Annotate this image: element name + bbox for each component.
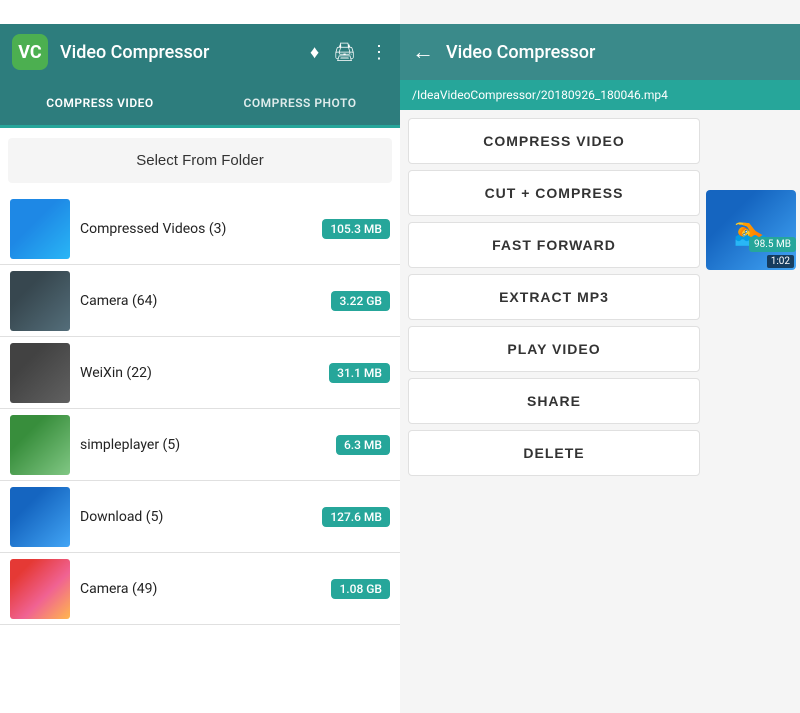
- folder-thumb: [10, 271, 70, 331]
- select-from-folder-button[interactable]: Select From Folder: [8, 138, 392, 183]
- folder-item[interactable]: Compressed Videos (3) 105.3 MB: [0, 193, 400, 265]
- action-fast-forward-button[interactable]: FAST FORWARD: [408, 222, 700, 268]
- file-path-bar: /IdeaVideoCompressor/20180926_180046.mp4: [400, 80, 800, 110]
- more-options-icon[interactable]: ⋮: [370, 42, 388, 63]
- toolbar-icons: ♦ 🖨 ⋮: [310, 42, 388, 63]
- diamond-icon[interactable]: ♦: [310, 42, 319, 63]
- app-title-right: Video Compressor: [446, 42, 595, 63]
- tab-bar: COMPRESS VIDEO COMPRESS PHOTO: [0, 80, 400, 128]
- folder-name: Download (5): [80, 509, 312, 525]
- folder-name: Compressed Videos (3): [80, 221, 312, 237]
- folder-thumb: [10, 487, 70, 547]
- back-arrow-icon[interactable]: ←: [412, 39, 434, 65]
- left-panel: VC Video Compressor ♦ 🖨 ⋮ COMPRESS VIDEO…: [0, 0, 400, 713]
- action-extract-mp3-button[interactable]: EXTRACT MP3: [408, 274, 700, 320]
- app-title-left: Video Compressor: [60, 42, 298, 63]
- video-size-badge: 98.5 MB: [749, 237, 796, 252]
- folder-list: Compressed Videos (3) 105.3 MB Camera (6…: [0, 193, 400, 713]
- folder-info: Camera (49): [70, 581, 331, 597]
- folder-thumb: [10, 199, 70, 259]
- video-duration: 1:02: [767, 255, 794, 268]
- folder-info: simpleplayer (5): [70, 437, 336, 453]
- action-delete-button[interactable]: DELETE: [408, 430, 700, 476]
- action-share-button[interactable]: SHARE: [408, 378, 700, 424]
- folder-thumb: [10, 415, 70, 475]
- folder-item[interactable]: Camera (49) 1.08 GB: [0, 553, 400, 625]
- folder-size-badge: 31.1 MB: [329, 363, 390, 383]
- tab-compress-photo[interactable]: COMPRESS PHOTO: [200, 80, 400, 128]
- action-play-video-button[interactable]: PLAY VIDEO: [408, 326, 700, 372]
- file-path-text: /IdeaVideoCompressor/20180926_180046.mp4: [412, 88, 668, 102]
- folder-thumb: [10, 343, 70, 403]
- folder-name: WeiXin (22): [80, 365, 319, 381]
- folder-info: Camera (64): [70, 293, 331, 309]
- action-cut-compress-button[interactable]: CUT + COMPRESS: [408, 170, 700, 216]
- folder-thumb: [10, 559, 70, 619]
- folder-name: Camera (64): [80, 293, 321, 309]
- folder-size-badge: 1.08 GB: [331, 579, 390, 599]
- action-compress-video-button[interactable]: COMPRESS VIDEO: [408, 118, 700, 164]
- folder-name: simpleplayer (5): [80, 437, 326, 453]
- folder-info: WeiXin (22): [70, 365, 329, 381]
- folder-size-badge: 127.6 MB: [322, 507, 390, 527]
- folder-item[interactable]: simpleplayer (5) 6.3 MB: [0, 409, 400, 481]
- right-toolbar: ← Video Compressor: [400, 24, 800, 80]
- tab-compress-video[interactable]: COMPRESS VIDEO: [0, 80, 200, 128]
- folder-size-badge: 105.3 MB: [322, 219, 390, 239]
- folder-item[interactable]: WeiXin (22) 31.1 MB: [0, 337, 400, 409]
- folder-item[interactable]: Camera (64) 3.22 GB: [0, 265, 400, 337]
- right-panel: ← Video Compressor /IdeaVideoCompressor/…: [400, 0, 800, 713]
- video-preview: 🏊 98.5 MB 1:02: [706, 190, 796, 270]
- folder-item[interactable]: Download (5) 127.6 MB: [0, 481, 400, 553]
- folder-name: Camera (49): [80, 581, 321, 597]
- video-preview-container: 🏊 98.5 MB 1:02: [706, 190, 796, 270]
- print-icon[interactable]: 🖨: [333, 42, 356, 63]
- app-icon: VC: [12, 34, 48, 70]
- left-toolbar: VC Video Compressor ♦ 🖨 ⋮: [0, 24, 400, 80]
- folder-info: Compressed Videos (3): [70, 221, 322, 237]
- folder-size-badge: 6.3 MB: [336, 435, 390, 455]
- folder-info: Download (5): [70, 509, 322, 525]
- folder-size-badge: 3.22 GB: [331, 291, 390, 311]
